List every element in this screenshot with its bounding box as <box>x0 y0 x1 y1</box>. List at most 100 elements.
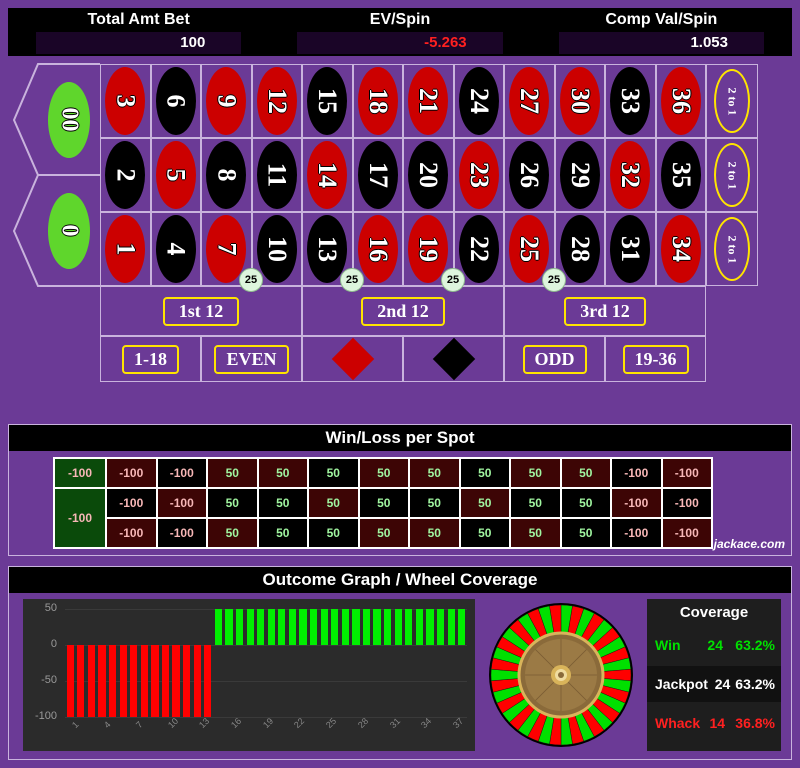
bet-spot-17[interactable]: 17 <box>352 138 403 212</box>
win-loss-cell: 50 <box>358 518 409 548</box>
number-oval: 24 <box>458 67 499 135</box>
bet-spot-2nd-12[interactable]: 2nd 12 <box>302 286 504 336</box>
number-label: 31 <box>616 236 646 262</box>
bet-spot-4[interactable]: 4 <box>150 212 201 286</box>
bet-spot-3[interactable]: 3 <box>100 64 151 138</box>
bet-spot-33[interactable]: 33 <box>605 64 656 138</box>
chip-3[interactable]: 25 <box>441 268 465 292</box>
bet-spot-1[interactable]: 1 <box>100 212 151 286</box>
number-oval: 9 <box>206 67 247 135</box>
bet-spot-1-18[interactable]: 1-18 <box>100 336 201 382</box>
number-label: 14 <box>313 162 343 188</box>
bet-spot-column-1[interactable]: 2 to 1 <box>706 64 758 138</box>
number-label: 23 <box>464 162 494 188</box>
win-loss-cell: 50 <box>257 458 308 488</box>
win-loss-cell: 50 <box>207 488 258 518</box>
bar <box>436 609 445 645</box>
win-loss-cell: 50 <box>308 458 359 488</box>
win-loss-cell: 50 <box>459 518 510 548</box>
bet-spot-0[interactable]: 0 <box>38 175 100 286</box>
bar <box>130 645 138 717</box>
bet-spot-24[interactable]: 24 <box>453 64 504 138</box>
number-oval: 6 <box>155 67 196 135</box>
bet-spot-34[interactable]: 34 <box>655 212 706 286</box>
number-oval: 28 <box>559 215 600 283</box>
number-oval: 16 <box>357 215 398 283</box>
bet-spot-column-3[interactable]: 2 to 1 <box>706 212 758 286</box>
number-oval: 4 <box>155 215 196 283</box>
coverage-percent: 63.2% <box>735 676 775 692</box>
coverage-table: Coverage Win 24 63.2% Jackpot 24 63.2% W… <box>647 599 781 751</box>
bet-spot-36[interactable]: 36 <box>655 64 706 138</box>
bet-spot-5[interactable]: 5 <box>150 138 201 212</box>
number-oval: 35 <box>660 141 701 209</box>
zero-label: 00 <box>56 107 83 132</box>
bet-spot-29[interactable]: 29 <box>554 138 605 212</box>
number-label: 20 <box>414 162 444 188</box>
bet-spot-00[interactable]: 00 <box>38 64 100 175</box>
bet-spot-30[interactable]: 30 <box>554 64 605 138</box>
bet-spot-32[interactable]: 32 <box>605 138 656 212</box>
bet-spot-23[interactable]: 23 <box>453 138 504 212</box>
chip-4[interactable]: 25 <box>542 268 566 292</box>
bet-spot-31[interactable]: 31 <box>605 212 656 286</box>
roulette-table: 00 0 3 6 9 12 15 18 21 24 27 30 33 36 2 5 8 11 14 17 20 23 2… <box>0 56 800 396</box>
number-label: 29 <box>565 162 595 188</box>
bar <box>183 645 191 717</box>
bet-spot-11[interactable]: 11 <box>251 138 302 212</box>
bet-spot-20[interactable]: 20 <box>403 138 454 212</box>
number-grid: 3 6 9 12 15 18 21 24 27 30 33 36 2 5 8 11 14 17 20 23 26 29 32… <box>100 64 706 286</box>
number-label: 25 <box>515 236 545 262</box>
number-label: 5 <box>161 168 191 182</box>
bet-spot-2[interactable]: 2 <box>100 138 151 212</box>
bet-spot-6[interactable]: 6 <box>150 64 201 138</box>
bet-spot-12[interactable]: 12 <box>251 64 302 138</box>
win-loss-number-cells: -100 -100 50 50 50 50 50 50 50 50 -100 -100 -100 -100… <box>106 458 712 548</box>
bet-spot-column-2[interactable]: 2 to 1 <box>706 138 758 212</box>
bet-spot-red[interactable] <box>302 336 403 382</box>
x-axis-tick: 31 <box>387 715 402 731</box>
bet-spot-14[interactable]: 14 <box>302 138 353 212</box>
number-oval: 8 <box>206 141 247 209</box>
bet-spot-35[interactable]: 35 <box>655 138 706 212</box>
bet-spot-21[interactable]: 21 <box>403 64 454 138</box>
number-label: 32 <box>616 162 646 188</box>
y-axis-tick: -100 <box>34 710 57 722</box>
win-loss-cell: -100 <box>661 488 712 518</box>
coverage-count: 24 <box>707 637 723 653</box>
x-axis-tick: 28 <box>355 715 371 731</box>
column-bet-label: 2 to 1 <box>725 87 740 115</box>
win-loss-cell: 50 <box>257 518 308 548</box>
column-bet-oval: 2 to 1 <box>714 69 750 133</box>
stat-value: 1.053 <box>558 32 764 54</box>
bet-spot-odd[interactable]: ODD <box>504 336 605 382</box>
bet-spot-26[interactable]: 26 <box>504 138 555 212</box>
outside-label: 19-36 <box>622 344 689 374</box>
win-loss-cell: -100 <box>611 458 662 488</box>
chip-1[interactable]: 25 <box>239 268 263 292</box>
bet-spot-3rd-12[interactable]: 3rd 12 <box>504 286 706 336</box>
bar <box>341 609 349 645</box>
x-axis-tick: 16 <box>228 715 244 731</box>
bet-spot-19-36[interactable]: 19-36 <box>605 336 706 382</box>
number-label: 8 <box>212 168 242 182</box>
coverage-row-win: Win 24 63.2% <box>647 627 781 663</box>
chip-2[interactable]: 25 <box>340 268 364 292</box>
bet-spot-15[interactable]: 15 <box>302 64 353 138</box>
column-bet-label: 2 to 1 <box>725 235 740 263</box>
red-diamond-icon <box>331 337 374 381</box>
bet-spot-9[interactable]: 9 <box>201 64 252 138</box>
bar <box>394 609 402 645</box>
x-axis-tick: 37 <box>451 715 466 731</box>
bet-spot-8[interactable]: 8 <box>201 138 252 212</box>
win-loss-cell: 50 <box>560 518 611 548</box>
coverage-label: Whack <box>655 715 701 731</box>
bet-spot-27[interactable]: 27 <box>504 64 555 138</box>
bet-spot-black[interactable] <box>403 336 504 382</box>
bet-spot-even[interactable]: EVEN <box>201 336 302 382</box>
bet-spot-18[interactable]: 18 <box>352 64 403 138</box>
bet-spot-1st-12[interactable]: 1st 12 <box>100 286 302 336</box>
win-loss-cell: -100 <box>106 488 157 518</box>
coverage-percent: 63.2% <box>735 637 775 653</box>
win-loss-cell: -100 <box>661 458 712 488</box>
